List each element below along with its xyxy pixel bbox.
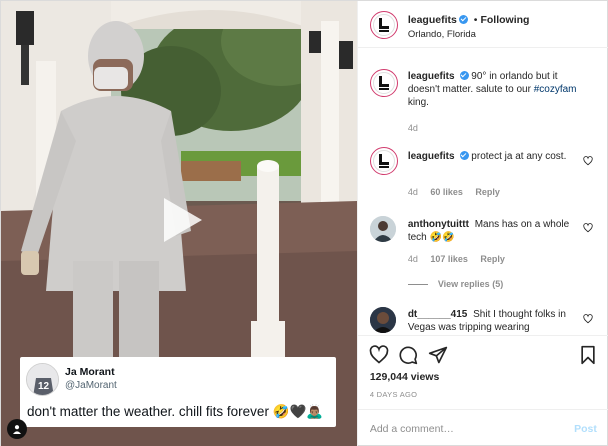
author-username[interactable]: leaguefits bbox=[408, 14, 457, 26]
comment-meta: 4d 60 likes Reply bbox=[408, 187, 510, 197]
reply-button[interactable]: Reply bbox=[480, 254, 505, 264]
like-heart-icon[interactable] bbox=[369, 345, 389, 365]
view-replies-button[interactable]: View replies (5) bbox=[408, 279, 503, 289]
comment-likes[interactable]: 60 likes bbox=[430, 187, 463, 197]
jersey-image: 12 bbox=[27, 364, 58, 395]
post-age[interactable]: 4 DAYS AGO bbox=[370, 390, 417, 399]
comment-text: leaguefits protect ja at any cost. bbox=[408, 150, 578, 163]
play-icon[interactable] bbox=[154, 194, 206, 246]
caption-body-end: king. bbox=[407, 97, 429, 108]
post-header: leaguefits • Following Orlando, Florida bbox=[357, 1, 608, 48]
following-button[interactable]: Following bbox=[480, 14, 529, 26]
tweet-author-handle: @JaMorant bbox=[65, 380, 117, 391]
avatar-photo bbox=[369, 216, 396, 242]
tweet-avatar: 12 bbox=[26, 363, 59, 396]
comment-username[interactable]: anthonytuittt bbox=[408, 219, 469, 230]
comment-body: protect ja at any cost. bbox=[471, 151, 567, 162]
save-icon[interactable] bbox=[578, 345, 598, 365]
caption-meta: 4d bbox=[408, 123, 428, 133]
post-button[interactable]: Post bbox=[574, 423, 597, 435]
comment-username[interactable]: leaguefits bbox=[408, 151, 455, 162]
verified-icon bbox=[459, 71, 469, 80]
comment-username[interactable]: dt______415 bbox=[408, 309, 468, 320]
comment-input[interactable] bbox=[369, 420, 560, 438]
share-icon[interactable] bbox=[428, 345, 448, 365]
tweet-author-name: Ja Morant bbox=[65, 366, 115, 378]
user-tag-icon[interactable] bbox=[7, 419, 27, 439]
jersey-number: 12 bbox=[38, 381, 50, 392]
post-details-panel: leaguefits • Following Orlando, Florida l… bbox=[356, 1, 608, 446]
comment-likes[interactable]: 107 likes bbox=[430, 254, 468, 264]
comment-meta: 4d 107 likes Reply bbox=[408, 254, 515, 264]
leaguefits-logo bbox=[372, 72, 395, 94]
commenter-avatar[interactable] bbox=[369, 147, 398, 175]
verified-icon bbox=[459, 151, 469, 160]
comment-icon[interactable] bbox=[398, 345, 418, 365]
comment-text: anthonytuittt Mans has on a whole tech 🤣… bbox=[408, 218, 578, 244]
caption-avatar[interactable] bbox=[369, 69, 398, 97]
add-comment-bar: Post bbox=[357, 409, 608, 446]
verified-icon bbox=[458, 15, 468, 24]
instagram-post-modal: 12 Ja Morant @JaMorant don't matter the … bbox=[0, 0, 608, 446]
hashtag-link[interactable]: #cozyfam bbox=[534, 84, 577, 95]
separator-dot: • bbox=[473, 14, 478, 26]
heart-icon[interactable] bbox=[583, 223, 593, 233]
heart-icon[interactable] bbox=[583, 314, 593, 324]
caption-text: leaguefits 90° in orlando but it doesn't… bbox=[408, 70, 578, 109]
caption-time[interactable]: 4d bbox=[408, 123, 418, 133]
leaguefits-logo bbox=[372, 150, 395, 172]
comment-text: dt______415 Shit I thought folks in Vega… bbox=[408, 308, 578, 334]
post-video[interactable]: 12 Ja Morant @JaMorant don't matter the … bbox=[1, 1, 357, 446]
commenter-avatar[interactable] bbox=[369, 307, 396, 333]
reply-button[interactable]: Reply bbox=[475, 187, 500, 197]
header-line: leaguefits • Following bbox=[408, 14, 530, 26]
leaguefits-logo bbox=[372, 14, 395, 36]
post-actions: 129,044 views 4 DAYS AGO bbox=[357, 335, 608, 407]
heart-icon[interactable] bbox=[583, 156, 593, 166]
comments-list[interactable]: leaguefits 90° in orlando but it doesn't… bbox=[358, 49, 608, 335]
caption-username[interactable]: leaguefits bbox=[408, 71, 455, 82]
tweet-text: don't matter the weather. chill fits for… bbox=[27, 404, 324, 419]
embedded-tweet-card: 12 Ja Morant @JaMorant don't matter the … bbox=[20, 357, 336, 427]
comment-time[interactable]: 4d bbox=[408, 254, 418, 264]
commenter-avatar[interactable] bbox=[369, 216, 396, 242]
post-location[interactable]: Orlando, Florida bbox=[408, 29, 476, 40]
avatar-photo bbox=[369, 307, 396, 333]
author-avatar[interactable] bbox=[369, 11, 398, 39]
view-count[interactable]: 129,044 views bbox=[370, 371, 439, 383]
comment-time[interactable]: 4d bbox=[408, 187, 418, 197]
